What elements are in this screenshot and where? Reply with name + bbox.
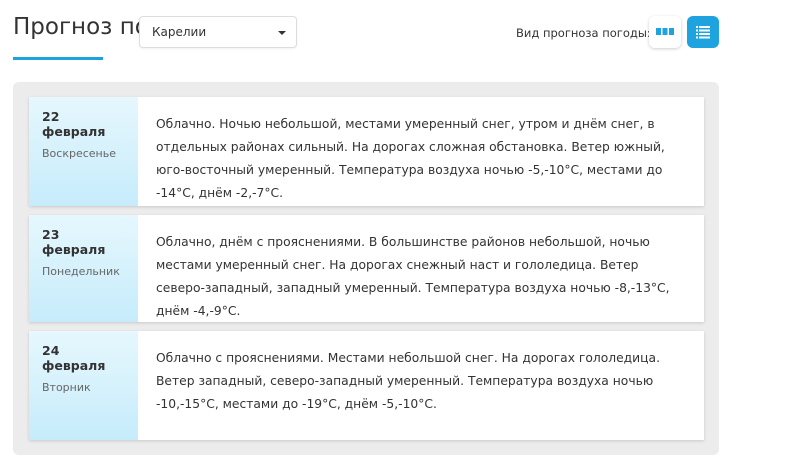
columns-icon (656, 28, 674, 35)
forecast-date: 24 февраля (42, 343, 106, 373)
forecast-card: 22 февраля Воскресенье Облачно. Ночью неб… (29, 97, 704, 206)
forecast-weekday: Вторник (42, 381, 91, 394)
grid-view-button[interactable] (649, 16, 681, 48)
forecast-text: Облачно, днём с прояснениями. В большинс… (156, 235, 670, 318)
forecast-card: 24 февраля Вторник Облачно с прояснениями… (29, 331, 704, 440)
chevron-down-icon (278, 31, 286, 35)
list-view-button[interactable] (687, 16, 719, 48)
view-label: Вид прогноза погоды: (516, 26, 651, 40)
region-select[interactable]: Карелии (139, 16, 297, 48)
title-underline (13, 57, 103, 60)
date-column: 22 февраля Воскресенье (29, 97, 138, 206)
page-title: Прогноз по (13, 14, 149, 40)
forecast-text: Облачно с прояснениями. Местами небольшо… (156, 351, 660, 411)
date-column: 23 февраля Понедельник (29, 215, 138, 322)
forecast-card: 23 февраля Понедельник Облачно, днём с пр… (29, 215, 704, 322)
forecast-weekday: Воскресенье (42, 147, 116, 160)
region-select-value: Карелии (152, 25, 207, 39)
list-icon (696, 26, 710, 39)
forecast-text: Облачно. Ночью небольшой, местами умерен… (156, 117, 665, 200)
forecast-panel: 22 февраля Воскресенье Облачно. Ночью неб… (13, 82, 719, 455)
forecast-weekday: Понедельник (42, 265, 120, 278)
forecast-date: 23 февраля (42, 227, 106, 257)
forecast-date: 22 февраля (42, 109, 106, 139)
date-column: 24 февраля Вторник (29, 331, 138, 440)
